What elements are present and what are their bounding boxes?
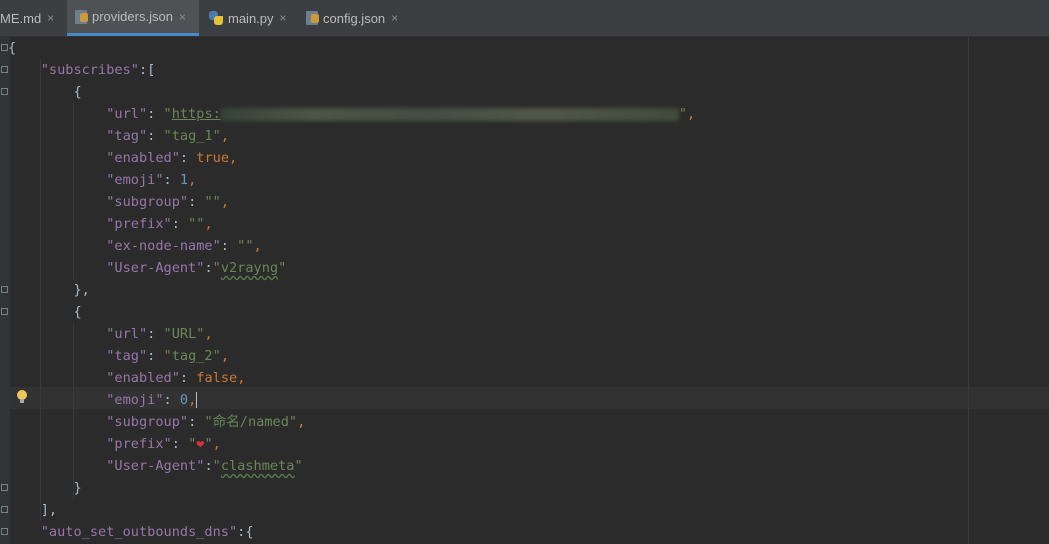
code-line: "prefix": "", — [106, 216, 213, 232]
code-line: "subgroup": "命名/named", — [106, 414, 306, 430]
code-line: ], — [8, 499, 57, 521]
json-boolean: false — [196, 370, 238, 386]
json-string: "tag_1" — [163, 128, 221, 144]
brace: { — [73, 304, 82, 320]
string-quote: " — [278, 260, 287, 276]
json-string: "" — [237, 238, 254, 254]
json-number: 1 — [179, 172, 189, 188]
json-string: "" — [188, 216, 205, 232]
string-quote: " — [163, 106, 172, 122]
code-line: "ex-node-name": "", — [106, 238, 262, 254]
json-string: v2rayng — [220, 260, 279, 276]
json-key: "prefix" — [106, 436, 172, 452]
code-line: "url": "https: ", — [106, 106, 696, 122]
close-icon[interactable]: × — [47, 11, 54, 25]
json-string: "tag_2" — [163, 348, 221, 364]
code-line: { — [8, 37, 16, 59]
json-key: "emoji" — [106, 172, 164, 188]
right-margin-guide — [968, 37, 969, 544]
tab-main-py[interactable]: main.py × — [200, 0, 296, 36]
code-line: { — [8, 301, 82, 323]
fold-marker-icon[interactable] — [1, 484, 8, 491]
tab-label: config.json — [323, 10, 386, 26]
brace: } — [73, 480, 82, 496]
json-key: "enabled" — [106, 370, 180, 386]
close-icon[interactable]: × — [179, 10, 186, 24]
json-string: "URL" — [163, 326, 205, 342]
punctuation: :{ — [237, 524, 254, 540]
fold-marker-icon[interactable] — [1, 308, 8, 315]
code-line: }, — [8, 279, 90, 301]
json-key: "emoji" — [106, 392, 164, 408]
string-quote: " — [294, 458, 303, 474]
string-quote: " — [212, 458, 221, 474]
code-line: "tag": "tag_2", — [106, 348, 229, 364]
code-line: "emoji": 0, — [106, 392, 198, 408]
json-key: "tag" — [106, 128, 148, 144]
json-string: "" — [204, 194, 221, 210]
code-editor[interactable]: { "subscribes":[ { "url": "https: ", "tag… — [0, 37, 1049, 544]
tab-label: ME.md — [0, 10, 42, 26]
code-line: "url": "URL", — [106, 326, 213, 342]
json-key: "enabled" — [106, 150, 180, 166]
tab-readme[interactable]: ME.md × — [0, 0, 66, 36]
string-quote: " — [204, 436, 213, 452]
json-file-icon — [306, 11, 319, 25]
json-key: "subscribes" — [40, 62, 139, 78]
json-boolean: true — [196, 150, 230, 166]
code-line: "enabled": false, — [106, 370, 246, 386]
code-line: "tag": "tag_1", — [106, 128, 229, 144]
close-icon[interactable]: × — [280, 11, 287, 25]
string-quote: " — [678, 106, 687, 122]
code-line: "subscribes":[ — [8, 59, 156, 81]
tab-providers-json[interactable]: providers.json × — [67, 0, 199, 36]
punctuation: :[ — [138, 62, 156, 78]
code-line: { — [8, 81, 82, 103]
json-key: "User-Agent" — [106, 260, 205, 276]
tab-label: providers.json — [92, 9, 173, 24]
url-link[interactable]: https: — [172, 106, 221, 122]
fold-marker-icon[interactable] — [1, 88, 8, 95]
json-key: "url" — [106, 326, 148, 342]
brace: }, — [73, 282, 90, 298]
editor-tab-bar: ME.md × providers.json × main.py × confi… — [0, 0, 1049, 37]
json-string: "命名/named" — [204, 414, 298, 430]
fold-marker-icon[interactable] — [1, 286, 8, 293]
brace: { — [73, 84, 82, 100]
fold-marker-icon[interactable] — [1, 66, 8, 73]
fold-marker-icon[interactable] — [1, 44, 8, 51]
json-key: "auto_set_outbounds_dns" — [40, 524, 238, 540]
json-string: clashmeta — [220, 458, 295, 474]
json-number: 0 — [179, 392, 189, 408]
code-line: "emoji": 1, — [106, 172, 197, 188]
code-line: "auto_set_outbounds_dns":{ — [8, 521, 254, 543]
json-key: "subgroup" — [106, 414, 189, 430]
tab-label: main.py — [228, 10, 274, 26]
text-cursor — [196, 392, 198, 408]
json-file-icon — [75, 9, 88, 24]
code-line: "prefix": "❤", — [106, 436, 221, 452]
close-icon[interactable]: × — [391, 11, 398, 25]
json-key: "ex-node-name" — [106, 238, 221, 254]
bracket: ], — [40, 502, 58, 518]
code-line: } — [8, 477, 82, 499]
code-line: "User-Agent":"v2rayng" — [106, 260, 287, 276]
brace: { — [8, 40, 17, 56]
fold-marker-icon[interactable] — [1, 506, 8, 513]
fold-marker-icon[interactable] — [1, 528, 8, 535]
tab-config-json[interactable]: config.json × — [297, 0, 412, 36]
redacted-url-blur — [220, 107, 679, 121]
json-key: "User-Agent" — [106, 458, 205, 474]
json-key: "tag" — [106, 348, 148, 364]
code-line: "subgroup": "", — [106, 194, 229, 210]
json-key: "subgroup" — [106, 194, 189, 210]
python-file-icon — [209, 11, 223, 25]
json-key: "prefix" — [106, 216, 172, 232]
string-quote: " — [212, 260, 221, 276]
code-line: "User-Agent":"clashmeta" — [106, 458, 303, 474]
json-key: "url" — [106, 106, 148, 122]
code-line: "enabled": true, — [106, 150, 238, 166]
